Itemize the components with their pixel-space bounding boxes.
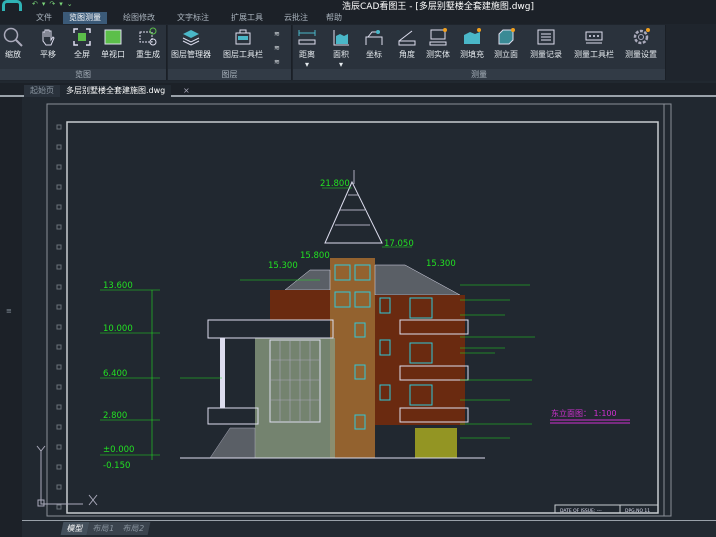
group-label-layers: 图层 [168, 69, 291, 80]
layout-tabs: 模型 布局1 布局2 [22, 520, 716, 537]
hatch-icon [464, 28, 481, 44]
gear-icon [633, 28, 650, 45]
regenerate-button[interactable]: 重生成 [136, 27, 160, 60]
coordinate-button[interactable]: 坐标 [364, 27, 384, 60]
title-bar: ↶▾↷▾⌄ 浩辰CAD看图王 - [多层别墅楼全套建施图.dwg] [0, 0, 716, 12]
fullscreen-icon [73, 28, 91, 46]
menu-tab-file[interactable]: 文件 [30, 12, 58, 24]
elev-15800: 15.800 [300, 251, 330, 261]
elev-2800: 2.800 [103, 411, 127, 421]
group-label-view: 览图 [0, 69, 166, 80]
document-tabs: 起始页 多层别墅楼全套建施图.dwg × [0, 83, 716, 97]
measure-record-button[interactable]: 测量记录 [530, 27, 562, 60]
elev-6400: 6.400 [103, 369, 127, 379]
menu-tab-text-annotation[interactable]: 文字标注 [171, 12, 215, 24]
menu-tab-help[interactable]: 帮助 [320, 12, 348, 24]
tab-drawing[interactable]: 多层别墅楼全套建施图.dwg [60, 85, 172, 97]
titleblock-dpg: DPG.NO 11 [625, 508, 650, 514]
drawing-caption: 东立面图： 1:100 [551, 408, 617, 418]
elev-0: ±0.000 [103, 445, 134, 455]
hand-icon [42, 29, 55, 46]
distance-button[interactable]: 距离 ▾ [297, 27, 317, 69]
menu-tab-view-measure[interactable]: 览图测量 [63, 12, 107, 24]
titleblock-date: DATE OF ISSUE: --- [560, 508, 602, 514]
single-viewport-button[interactable]: 单视口 [101, 27, 125, 60]
close-tab-icon[interactable]: × [177, 85, 196, 97]
building-elevation [180, 170, 485, 459]
measure-entity-icon [429, 28, 447, 46]
menu-bar: 文件 览图测量 绘图修改 文字标注 扩展工具 云批注 帮助 [0, 11, 716, 24]
cube-icon [498, 28, 515, 45]
coordinate-icon [365, 30, 383, 45]
measure-settings-button[interactable]: 测量设置 [625, 27, 657, 60]
measure-elevation-button[interactable]: 测立面 [494, 27, 518, 60]
layer-small-buttons[interactable]: ≋ ≋ ≋ [274, 27, 280, 69]
ribbon: 缩放 平移 全屏 单视口 重生成 览图 图层管理器 图层工具栏 ≋ ≋ ≋ 图层 距… [0, 24, 716, 81]
cad-drawing[interactable]: 13.600 10.000 6.400 2.800 ±0.000 -0.150 … [22, 97, 716, 520]
area-icon [333, 30, 349, 46]
pan-button[interactable]: 平移 [38, 27, 58, 60]
group-measure: 距离 ▾ 面积 ▾ 坐标 角度 测实体 测填充 测立面 测量记录 测量工具栏 测量设… [293, 25, 666, 80]
fullscreen-button[interactable]: 全屏 [72, 27, 92, 60]
menu-tab-draw-modify[interactable]: 绘图修改 [117, 12, 161, 24]
elev-15300-left: 15.300 [268, 261, 298, 271]
group-view: 缩放 平移 全屏 单视口 重生成 览图 [0, 25, 167, 80]
group-label-measure: 测量 [293, 69, 665, 80]
elev-10000: 10.000 [103, 324, 133, 334]
elev-minus-0150: -0.150 [103, 461, 130, 471]
menu-tab-extensions[interactable]: 扩展工具 [225, 12, 269, 24]
toolbar-icon [585, 31, 603, 44]
distance-icon [298, 30, 316, 45]
group-layers: 图层管理器 图层工具栏 ≋ ≋ ≋ 图层 [168, 25, 292, 80]
layout-tab-1[interactable]: 布局1 [86, 522, 121, 535]
angle-button[interactable]: 角度 [397, 27, 417, 60]
viewport-icon [104, 29, 122, 45]
elev-17050: 17.050 [384, 239, 414, 249]
record-list-icon [537, 29, 555, 45]
area-button[interactable]: 面积 ▾ [331, 27, 351, 69]
measure-entity-button[interactable]: 测实体 [426, 27, 450, 60]
left-panel[interactable]: ≡ [0, 97, 22, 537]
layer-manager-button[interactable]: 图层管理器 [171, 27, 211, 60]
layout-tab-2[interactable]: 布局2 [116, 522, 151, 535]
measure-toolbar-button[interactable]: 测量工具栏 [574, 27, 614, 60]
layers-icon [182, 30, 200, 46]
tab-start-page[interactable]: 起始页 [24, 85, 60, 97]
elev-21800: 21.800 [320, 179, 350, 189]
elev-15300-right: 15.300 [426, 259, 456, 269]
regen-icon [139, 27, 157, 46]
drawing-canvas[interactable]: 13.600 10.000 6.400 2.800 ±0.000 -0.150 … [22, 97, 716, 520]
layer-toolbar-icon [235, 29, 251, 45]
magnifier-icon [3, 27, 23, 47]
ruler-marks [56, 124, 62, 510]
layer-toolbar-button[interactable]: 图层工具栏 [223, 27, 263, 60]
elev-13600: 13.600 [103, 281, 133, 291]
angle-icon [398, 30, 416, 46]
layout-tab-model[interactable]: 模型 [60, 522, 90, 535]
menu-tab-cloud-annotation[interactable]: 云批注 [278, 12, 314, 24]
measure-hatch-button[interactable]: 测填充 [460, 27, 484, 60]
zoom-button[interactable]: 缩放 [3, 27, 23, 60]
quick-access-toolbar[interactable]: ↶▾↷▾⌄ [32, 0, 77, 8]
